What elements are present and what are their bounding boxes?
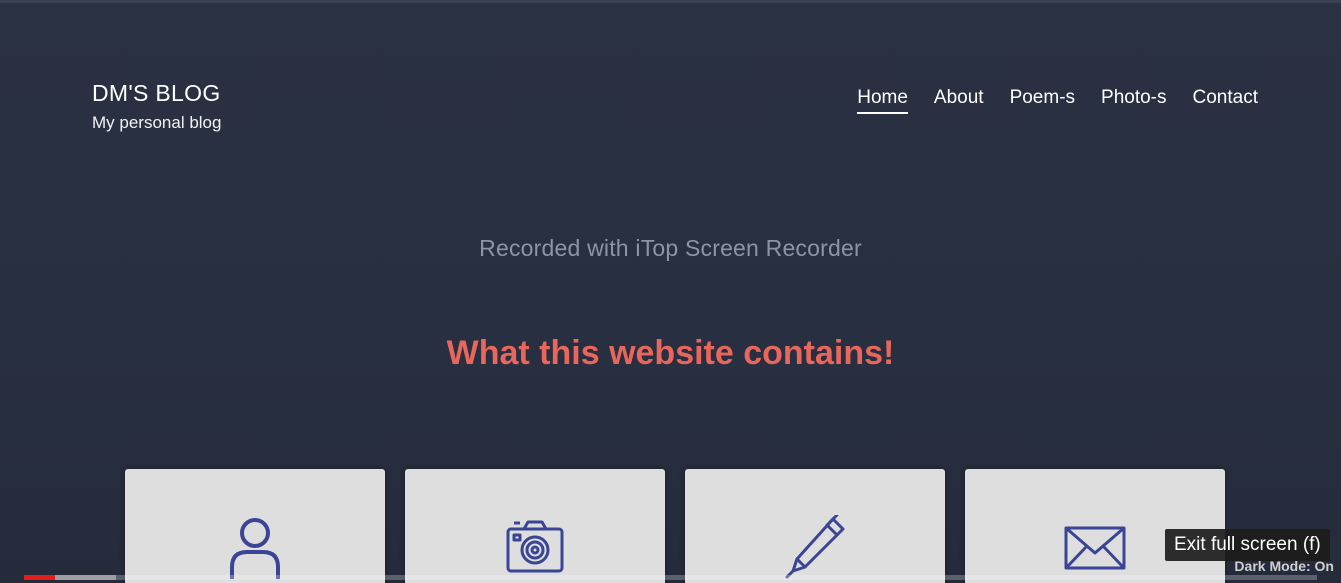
nav-about[interactable]: About [934, 86, 984, 114]
main-nav: Home About Poem-s Photo-s Contact [831, 86, 1258, 114]
nav-home[interactable]: Home [857, 86, 908, 114]
section-heading: What this website contains! [446, 334, 895, 372]
nav-contact[interactable]: Contact [1193, 86, 1258, 114]
progress-played [24, 575, 56, 580]
pen-icon [783, 515, 847, 579]
site-brand[interactable]: DM'S BLOG My personal blog [92, 79, 221, 134]
card-contact[interactable] [965, 469, 1225, 583]
recorder-watermark: Recorded with iTop Screen Recorder [479, 235, 862, 261]
video-progress-bar[interactable] [24, 575, 1317, 580]
camera-icon [504, 515, 566, 575]
top-border [0, 0, 1341, 3]
exit-fullscreen-tooltip: Exit full screen (f) [1165, 529, 1330, 561]
dark-mode-status: Dark Mode: On [1234, 558, 1334, 574]
card-photos[interactable] [405, 469, 665, 583]
nav-photos[interactable]: Photo-s [1101, 86, 1166, 114]
site-subtitle: My personal blog [92, 113, 222, 132]
page: DM'S BLOG My personal blog Home About Po… [0, 0, 1341, 583]
feature-cards [125, 469, 1245, 583]
envelope-icon [1063, 515, 1127, 575]
site-title[interactable]: DM'S BLOG [92, 79, 221, 107]
card-about[interactable] [125, 469, 385, 583]
user-icon [227, 515, 283, 579]
card-poems[interactable] [685, 469, 945, 583]
nav-poems[interactable]: Poem-s [1010, 86, 1075, 114]
